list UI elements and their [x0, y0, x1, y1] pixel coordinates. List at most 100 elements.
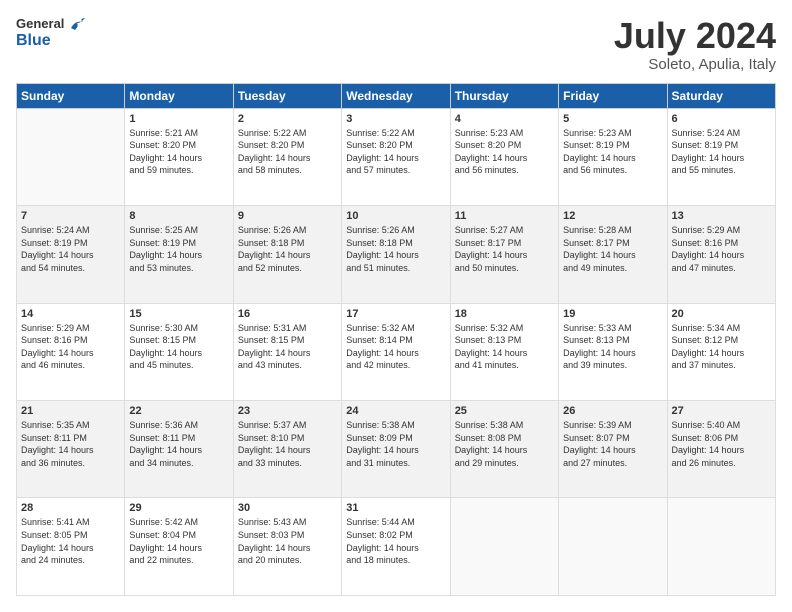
day-number: 3: [346, 113, 445, 125]
calendar-week-row: 7 Sunrise: 5:24 AM Sunset: 8:19 PM Daylig…: [17, 206, 776, 303]
day-number: 2: [238, 113, 337, 125]
day-number: 26: [563, 405, 662, 417]
calendar-cell: 16Sunrise: 5:31 AM Sunset: 8:15 PM Dayli…: [233, 303, 341, 400]
calendar-header-row: SundayMondayTuesdayWednesdayThursdayFrid…: [17, 83, 776, 108]
day-info: Sunrise: 5:41 AM Sunset: 8:05 PM Dayligh…: [21, 516, 120, 566]
calendar-cell: [559, 498, 667, 596]
title-area: July 2024 Soleto, Apulia, Italy: [614, 16, 776, 73]
day-info: Sunrise: 5:36 AM Sunset: 8:11 PM Dayligh…: [129, 419, 228, 469]
day-info: Sunrise: 5:27 AM Sunset: 8:17 PM Dayligh…: [455, 224, 554, 274]
day-number: 9: [238, 210, 337, 222]
calendar-cell: 13 Sunrise: 5:29 AM Sunset: 8:16 PM Dayli…: [667, 206, 775, 303]
calendar-cell: 1Sunrise: 5:21 AM Sunset: 8:20 PM Daylig…: [125, 108, 233, 205]
calendar-cell: 22 Sunrise: 5:36 AM Sunset: 8:11 PM Dayli…: [125, 401, 233, 498]
weekday-header-saturday: Saturday: [667, 83, 775, 108]
calendar-cell: 26 Sunrise: 5:39 AM Sunset: 8:07 PM Dayli…: [559, 401, 667, 498]
day-info: Sunrise: 5:42 AM Sunset: 8:04 PM Dayligh…: [129, 516, 228, 566]
calendar-cell: 9 Sunrise: 5:26 AM Sunset: 8:18 PM Daylig…: [233, 206, 341, 303]
calendar-cell: 8 Sunrise: 5:25 AM Sunset: 8:19 PM Daylig…: [125, 206, 233, 303]
day-info: Sunrise: 5:35 AM Sunset: 8:11 PM Dayligh…: [21, 419, 120, 469]
calendar-cell: [450, 498, 558, 596]
day-number: 20: [672, 308, 771, 320]
calendar-cell: 7 Sunrise: 5:24 AM Sunset: 8:19 PM Daylig…: [17, 206, 125, 303]
calendar-cell: 18 Sunrise: 5:32 AM Sunset: 8:13 PM Dayli…: [450, 303, 558, 400]
day-info: Sunrise: 5:38 AM Sunset: 8:09 PM Dayligh…: [346, 419, 445, 469]
calendar-cell: 23 Sunrise: 5:37 AM Sunset: 8:10 PM Dayli…: [233, 401, 341, 498]
calendar-cell: 29 Sunrise: 5:42 AM Sunset: 8:04 PM Dayli…: [125, 498, 233, 596]
day-number: 10: [346, 210, 445, 222]
page: General Blue July 2024 Soleto, Apulia, I…: [0, 0, 792, 612]
day-info: Sunrise: 5:23 AM Sunset: 8:20 PM Dayligh…: [455, 127, 554, 177]
day-info: Sunrise: 5:34 AM Sunset: 8:12 PM Dayligh…: [672, 322, 771, 372]
calendar-cell: 24Sunrise: 5:38 AM Sunset: 8:09 PM Dayli…: [342, 401, 450, 498]
location: Soleto, Apulia, Italy: [614, 56, 776, 73]
day-info: Sunrise: 5:24 AM Sunset: 8:19 PM Dayligh…: [21, 224, 120, 274]
logo-bird-icon: [69, 18, 87, 32]
weekday-header-monday: Monday: [125, 83, 233, 108]
day-info: Sunrise: 5:43 AM Sunset: 8:03 PM Dayligh…: [238, 516, 337, 566]
weekday-header-thursday: Thursday: [450, 83, 558, 108]
day-number: 27: [672, 405, 771, 417]
calendar-cell: 14Sunrise: 5:29 AM Sunset: 8:16 PM Dayli…: [17, 303, 125, 400]
day-info: Sunrise: 5:39 AM Sunset: 8:07 PM Dayligh…: [563, 419, 662, 469]
day-number: 23: [238, 405, 337, 417]
calendar-week-row: 14Sunrise: 5:29 AM Sunset: 8:16 PM Dayli…: [17, 303, 776, 400]
calendar-cell: 3Sunrise: 5:22 AM Sunset: 8:20 PM Daylig…: [342, 108, 450, 205]
weekday-header-friday: Friday: [559, 83, 667, 108]
weekday-header-wednesday: Wednesday: [342, 83, 450, 108]
day-number: 29: [129, 502, 228, 514]
calendar-cell: [17, 108, 125, 205]
day-info: Sunrise: 5:26 AM Sunset: 8:18 PM Dayligh…: [346, 224, 445, 274]
calendar-cell: [667, 498, 775, 596]
day-number: 5: [563, 113, 662, 125]
calendar-week-row: 28 Sunrise: 5:41 AM Sunset: 8:05 PM Dayli…: [17, 498, 776, 596]
day-number: 8: [129, 210, 228, 222]
weekday-header-tuesday: Tuesday: [233, 83, 341, 108]
day-info: Sunrise: 5:23 AM Sunset: 8:19 PM Dayligh…: [563, 127, 662, 177]
calendar-cell: 6 Sunrise: 5:24 AM Sunset: 8:19 PM Daylig…: [667, 108, 775, 205]
day-info: Sunrise: 5:21 AM Sunset: 8:20 PM Dayligh…: [129, 127, 228, 177]
logo-blue: Blue: [16, 32, 87, 50]
day-info: Sunrise: 5:33 AM Sunset: 8:13 PM Dayligh…: [563, 322, 662, 372]
calendar-week-row: 21Sunrise: 5:35 AM Sunset: 8:11 PM Dayli…: [17, 401, 776, 498]
day-number: 30: [238, 502, 337, 514]
calendar-cell: 2Sunrise: 5:22 AM Sunset: 8:20 PM Daylig…: [233, 108, 341, 205]
day-number: 18: [455, 308, 554, 320]
calendar-cell: 10 Sunrise: 5:26 AM Sunset: 8:18 PM Dayli…: [342, 206, 450, 303]
day-number: 22: [129, 405, 228, 417]
day-number: 13: [672, 210, 771, 222]
day-info: Sunrise: 5:30 AM Sunset: 8:15 PM Dayligh…: [129, 322, 228, 372]
day-number: 25: [455, 405, 554, 417]
day-info: Sunrise: 5:29 AM Sunset: 8:16 PM Dayligh…: [672, 224, 771, 274]
day-info: Sunrise: 5:29 AM Sunset: 8:16 PM Dayligh…: [21, 322, 120, 372]
calendar-week-row: 1Sunrise: 5:21 AM Sunset: 8:20 PM Daylig…: [17, 108, 776, 205]
day-number: 7: [21, 210, 120, 222]
logo: General Blue: [16, 16, 87, 49]
logo-text: General Blue: [16, 16, 87, 49]
calendar-cell: 21Sunrise: 5:35 AM Sunset: 8:11 PM Dayli…: [17, 401, 125, 498]
header: General Blue July 2024 Soleto, Apulia, I…: [16, 16, 776, 73]
day-number: 17: [346, 308, 445, 320]
calendar-cell: 30 Sunrise: 5:43 AM Sunset: 8:03 PM Dayli…: [233, 498, 341, 596]
day-number: 15: [129, 308, 228, 320]
day-number: 12: [563, 210, 662, 222]
calendar-cell: 5 Sunrise: 5:23 AM Sunset: 8:19 PM Daylig…: [559, 108, 667, 205]
day-number: 28: [21, 502, 120, 514]
day-info: Sunrise: 5:28 AM Sunset: 8:17 PM Dayligh…: [563, 224, 662, 274]
day-info: Sunrise: 5:26 AM Sunset: 8:18 PM Dayligh…: [238, 224, 337, 274]
calendar-cell: 17Sunrise: 5:32 AM Sunset: 8:14 PM Dayli…: [342, 303, 450, 400]
day-info: Sunrise: 5:24 AM Sunset: 8:19 PM Dayligh…: [672, 127, 771, 177]
day-number: 6: [672, 113, 771, 125]
day-info: Sunrise: 5:31 AM Sunset: 8:15 PM Dayligh…: [238, 322, 337, 372]
day-info: Sunrise: 5:40 AM Sunset: 8:06 PM Dayligh…: [672, 419, 771, 469]
weekday-header-sunday: Sunday: [17, 83, 125, 108]
day-info: Sunrise: 5:25 AM Sunset: 8:19 PM Dayligh…: [129, 224, 228, 274]
calendar-cell: 28 Sunrise: 5:41 AM Sunset: 8:05 PM Dayli…: [17, 498, 125, 596]
calendar-cell: 15 Sunrise: 5:30 AM Sunset: 8:15 PM Dayli…: [125, 303, 233, 400]
day-info: Sunrise: 5:37 AM Sunset: 8:10 PM Dayligh…: [238, 419, 337, 469]
day-number: 11: [455, 210, 554, 222]
calendar-cell: 19Sunrise: 5:33 AM Sunset: 8:13 PM Dayli…: [559, 303, 667, 400]
calendar-cell: 27 Sunrise: 5:40 AM Sunset: 8:06 PM Dayli…: [667, 401, 775, 498]
day-info: Sunrise: 5:44 AM Sunset: 8:02 PM Dayligh…: [346, 516, 445, 566]
day-info: Sunrise: 5:32 AM Sunset: 8:13 PM Dayligh…: [455, 322, 554, 372]
